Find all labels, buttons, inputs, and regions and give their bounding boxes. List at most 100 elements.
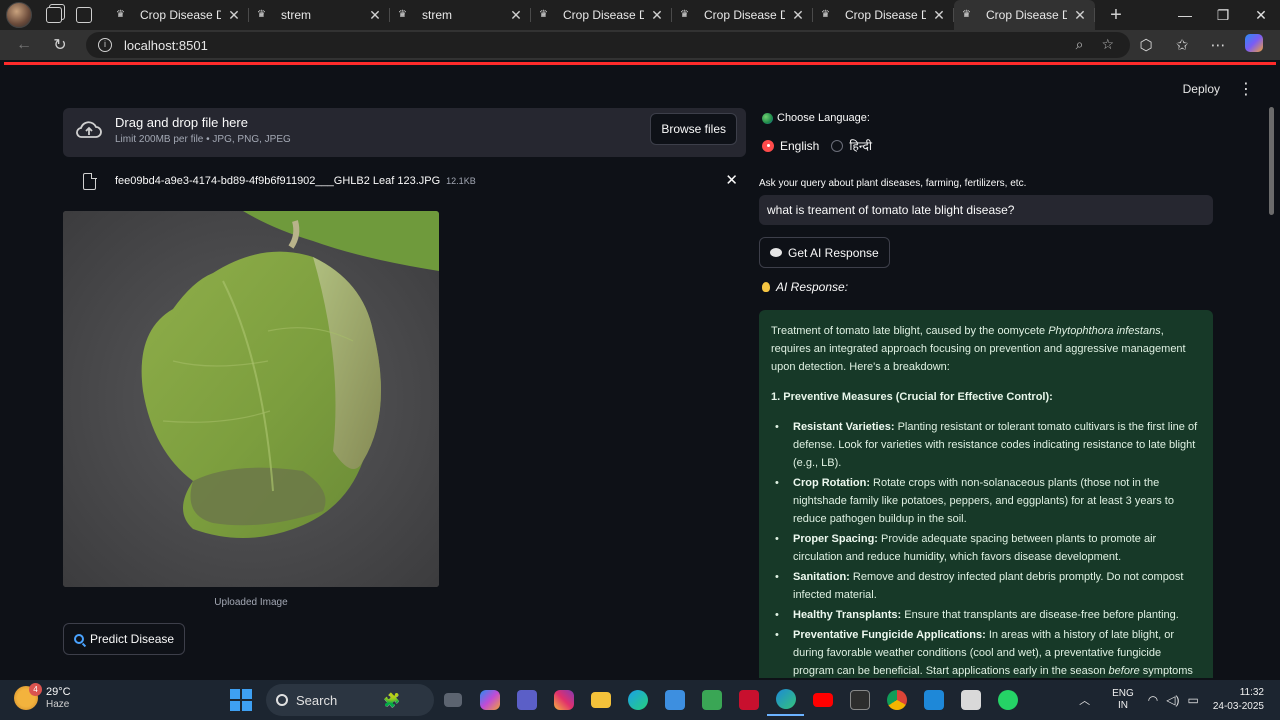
battery-icon: ▭ (1187, 693, 1199, 707)
language-label: Choose Language: (762, 112, 870, 124)
lang-line1: ENG (1112, 688, 1134, 699)
streamlit-favicon-icon: ♛ (821, 9, 830, 20)
deploy-button[interactable]: Deploy (1183, 82, 1220, 96)
tray-overflow-chevron-icon[interactable]: ︿ (1079, 692, 1090, 708)
close-tab-icon[interactable]: ✕ (791, 7, 805, 24)
favorites-icon[interactable]: ✩ (1164, 36, 1200, 54)
uploaded-leaf-image (63, 211, 439, 587)
get-ai-response-button[interactable]: Get AI Response (759, 237, 890, 268)
edge-icon[interactable] (767, 684, 804, 716)
copilot-icon[interactable] (1236, 34, 1272, 56)
main-menu-icon[interactable]: ⋮ (1238, 79, 1254, 99)
file-explorer-icon[interactable] (582, 684, 619, 716)
browser-tab[interactable]: ♛ strem ✕ (390, 0, 531, 30)
browser-tab[interactable]: ♛ Crop Disease Detecti ✕ (108, 0, 249, 30)
vscode-icon[interactable] (915, 684, 952, 716)
file-name: fee09bd4-a9e3-4174-bd89-4f9b6f911902___G… (115, 175, 441, 187)
taskbar-search[interactable]: Search 🧩 (266, 684, 434, 716)
weather-condition: Haze (46, 699, 70, 710)
browser-tab[interactable]: ♛ Crop Disease Detecti ✕ (813, 0, 954, 30)
predict-disease-button[interactable]: Predict Disease (63, 623, 186, 655)
list-item: Sanitation: Remove and destroy infected … (771, 568, 1201, 604)
refresh-button[interactable]: ↻ (48, 35, 72, 55)
radio-hindi[interactable]: हिन्दी (831, 137, 872, 154)
ai-button-label: Get AI Response (788, 245, 879, 260)
list-item: Resistant Varieties: Planting resistant … (771, 418, 1201, 472)
streamlit-favicon-icon: ♛ (116, 9, 125, 20)
windows-start-icon[interactable] (230, 689, 252, 711)
browser-tab[interactable]: ♛ Crop Disease Detecti ✕ (954, 0, 1095, 30)
list-item: Preventative Fungicide Applications: In … (771, 626, 1201, 678)
tray-icons[interactable]: ◠ ◁) ▭ (1148, 693, 1199, 707)
favorite-star-icon[interactable]: ☆ (1101, 36, 1114, 53)
magnifier-icon (74, 634, 84, 644)
clock[interactable]: 11:32 24-03-2025 (1213, 686, 1264, 714)
close-tab-icon[interactable]: ✕ (509, 7, 523, 24)
clock-time: 11:32 (1239, 687, 1264, 698)
tab-list: ♛ Crop Disease Detecti ✕ ♛ strem ✕ ♛ strem ✕ ♛ Cro… (108, 0, 1095, 30)
item-tail: symptoms (1142, 665, 1193, 677)
whatsapp-icon[interactable] (989, 684, 1026, 716)
cloud-upload-icon (76, 121, 102, 138)
teams-icon[interactable] (508, 684, 545, 716)
close-tab-icon[interactable]: ✕ (650, 7, 664, 24)
browser-toolbar: ← ↻ i localhost:8501 ⌕ ☆ ⬡ ✩ ⋯ (0, 30, 1280, 60)
browse-files-button[interactable]: Browse files (650, 113, 737, 145)
zoom-icon[interactable]: ⌕ (1076, 36, 1084, 53)
tab-title: Crop Disease Detecti (986, 8, 1067, 22)
notepad-icon[interactable] (952, 684, 989, 716)
back-button[interactable]: ← (12, 36, 36, 54)
volume-icon: ◁) (1166, 693, 1180, 707)
ai-response-label-text: AI Response: (776, 280, 849, 294)
item-term: Crop Rotation: (793, 477, 870, 489)
close-tab-icon[interactable]: ✕ (227, 7, 241, 24)
close-window-button[interactable]: ✕ (1242, 0, 1280, 30)
weather-widget[interactable]: 4 29°C Haze (14, 683, 71, 710)
browser-tab[interactable]: ♛ Crop Disease Detecti ✕ (672, 0, 813, 30)
radio-english[interactable]: English (762, 139, 819, 153)
close-tab-icon[interactable]: ✕ (368, 7, 382, 24)
browser-tab[interactable]: ♛ strem ✕ (249, 0, 390, 30)
chrome-icon[interactable] (878, 684, 915, 716)
list-item: Proper Spacing: Provide adequate spacing… (771, 530, 1201, 566)
scrollbar-thumb[interactable] (1269, 107, 1274, 215)
image-caption: Uploaded Image (214, 597, 288, 608)
workspaces-icon[interactable] (46, 7, 62, 23)
tab-actions-icon[interactable] (76, 7, 92, 23)
extensions-icon[interactable]: ⬡ (1128, 36, 1164, 54)
store-icon[interactable] (656, 684, 693, 716)
more-menu-icon[interactable]: ⋯ (1200, 36, 1236, 54)
query-input[interactable]: what is treament of tomato late blight d… (759, 195, 1213, 225)
instagram-icon[interactable] (545, 684, 582, 716)
intro-italic: Phytophthora infestans (1048, 325, 1161, 337)
site-info-icon[interactable]: i (98, 38, 112, 52)
query-label: Ask your query about plant diseases, far… (759, 178, 1027, 189)
maximize-button[interactable]: ❐ (1204, 0, 1242, 30)
tab-title: Crop Disease Detecti (140, 8, 221, 22)
browser-tab[interactable]: ♛ Crop Disease Detecti ✕ (531, 0, 672, 30)
mcafee-icon[interactable] (730, 684, 767, 716)
close-tab-icon[interactable]: ✕ (932, 7, 946, 24)
radio-hindi-label: हिन्दी (849, 139, 873, 153)
copilot-app-icon[interactable] (471, 684, 508, 716)
response-intro: Treatment of tomato late blight, caused … (771, 322, 1201, 376)
streamlit-favicon-icon: ♛ (398, 9, 407, 20)
profile-avatar[interactable] (6, 2, 32, 28)
tab-title: Crop Disease Detecti (704, 8, 785, 22)
file-uploader-dropzone[interactable]: Drag and drop file here Limit 200MB per … (63, 108, 746, 157)
input-language[interactable]: ENG IN (1112, 688, 1134, 712)
response-list: Resistant Varieties: Planting resistant … (771, 418, 1201, 678)
youtube-icon[interactable] (804, 684, 841, 716)
photos-icon[interactable] (693, 684, 730, 716)
browser-tab-strip: ♛ Crop Disease Detecti ✕ ♛ strem ✕ ♛ strem ✕ ♛ Cro… (0, 0, 1280, 30)
address-bar[interactable]: i localhost:8501 ⌕ ☆ (86, 32, 1130, 58)
task-view-icon[interactable] (434, 684, 471, 716)
search-icon (276, 694, 288, 706)
close-tab-icon[interactable]: ✕ (1073, 7, 1087, 24)
minimize-button[interactable]: — (1166, 0, 1204, 30)
new-tab-button[interactable]: + (1101, 4, 1131, 27)
remove-file-icon[interactable]: ✕ (725, 171, 738, 189)
edge-dev-icon[interactable] (619, 684, 656, 716)
terminal-icon[interactable] (841, 684, 878, 716)
taskbar-search-label: Search (296, 692, 338, 708)
